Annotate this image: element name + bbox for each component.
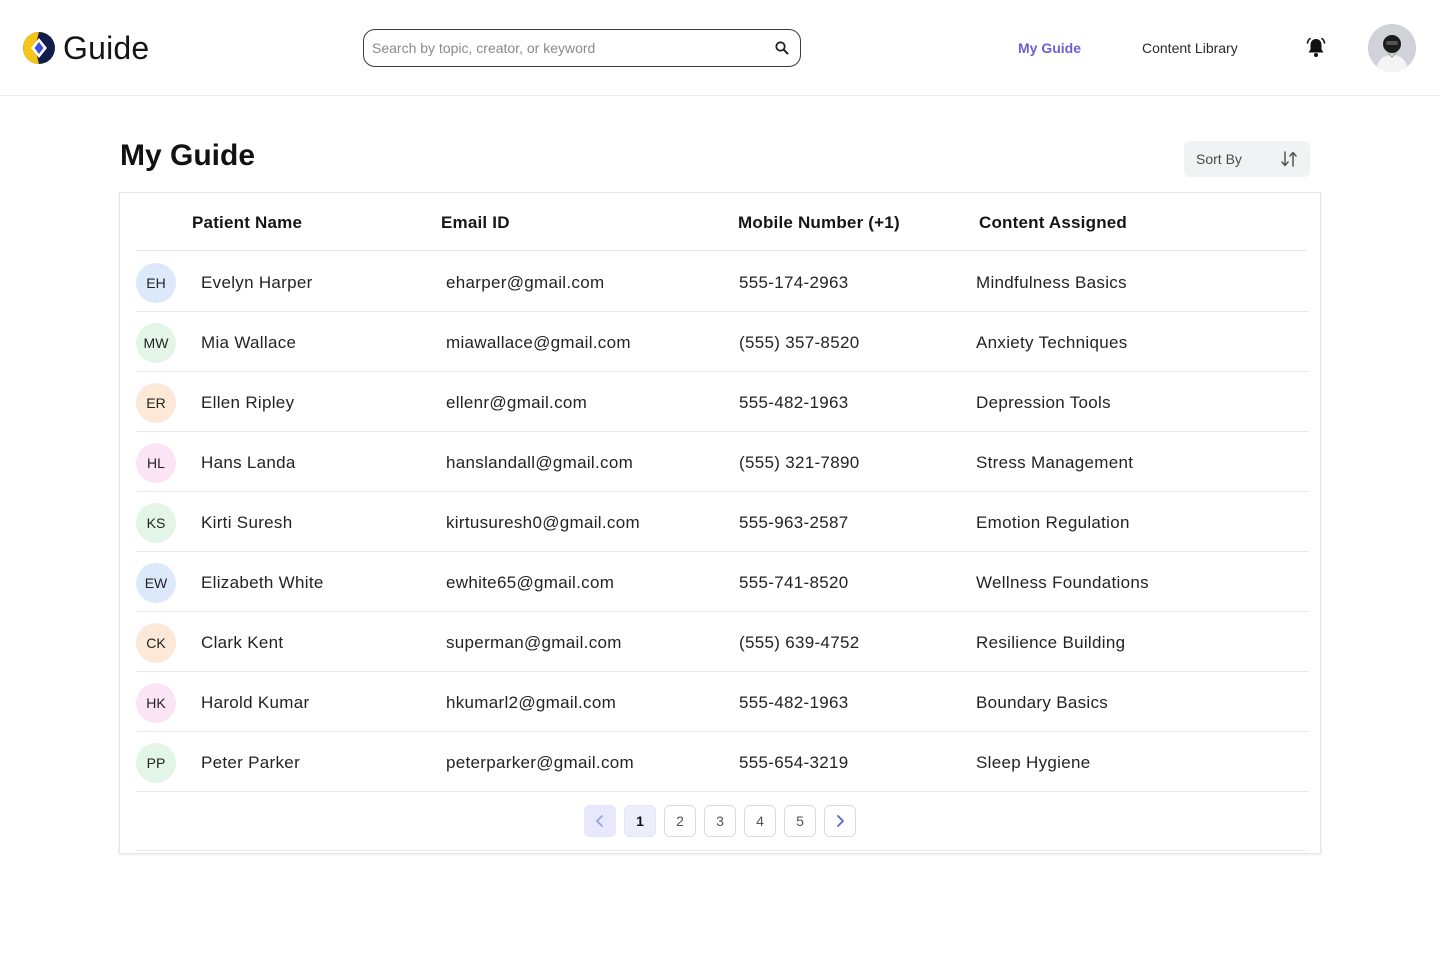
table-row[interactable]: KS Kirti Suresh kirtusuresh0@gmail.com 5… <box>136 492 1308 552</box>
pagination: 1 2 3 4 5 <box>584 805 856 837</box>
page-button-4[interactable]: 4 <box>744 805 776 837</box>
page-button-1[interactable]: 1 <box>624 805 656 837</box>
sort-by-button[interactable]: Sort By <box>1184 141 1310 177</box>
avatar-initials: HK <box>136 683 176 723</box>
sort-icon <box>1281 151 1297 167</box>
mobile-number: (555) 357-8520 <box>739 333 860 352</box>
avatar-initials: ER <box>136 383 176 423</box>
nav-my-guide[interactable]: My Guide <box>1018 38 1081 58</box>
mobile-number: 555-963-2587 <box>739 513 849 532</box>
patient-name: Clark Kent <box>201 633 284 652</box>
email-id: ewhite65@gmail.com <box>446 573 615 592</box>
patient-name: Peter Parker <box>201 753 301 772</box>
table-row[interactable]: ER Ellen Ripley ellenr@gmail.com 555-482… <box>136 372 1308 432</box>
logo-text: Guide <box>63 30 150 66</box>
search-icon[interactable] <box>774 40 790 56</box>
table-row[interactable]: HL Hans Landa hanslandall@gmail.com (555… <box>136 432 1308 492</box>
avatar-initials: HL <box>136 443 176 483</box>
content-assigned: Stress Management <box>976 453 1134 472</box>
content-assigned: Depression Tools <box>976 393 1111 412</box>
avatar-initials: PP <box>136 743 176 783</box>
header-mobile-number[interactable]: Mobile Number (+1) <box>738 213 900 233</box>
avatar-initials: EW <box>136 563 176 603</box>
top-bar: Guide My Guide Content Library <box>0 0 1440 96</box>
avatar-initials: KS <box>136 503 176 543</box>
page-button-2[interactable]: 2 <box>664 805 696 837</box>
table-row[interactable]: HK Harold Kumar hkumarl2@gmail.com 555-4… <box>136 672 1308 732</box>
header-email-id[interactable]: Email ID <box>441 213 510 233</box>
content-assigned: Emotion Regulation <box>976 513 1130 532</box>
sort-by-label: Sort By <box>1196 151 1242 167</box>
prev-page-button[interactable] <box>584 805 616 837</box>
table-row[interactable]: EW Elizabeth White ewhite65@gmail.com 55… <box>136 552 1308 612</box>
table-row[interactable]: MW Mia Wallace miawallace@gmail.com (555… <box>136 312 1308 372</box>
table-body: EH Evelyn Harper eharper@gmail.com 555-1… <box>136 252 1308 792</box>
page-title: My Guide <box>120 139 256 172</box>
mobile-number: 555-654-3219 <box>739 753 849 772</box>
mobile-number: (555) 321-7890 <box>739 453 860 472</box>
avatar-initials: MW <box>136 323 176 363</box>
table-header: Patient Name Email ID Mobile Number (+1)… <box>136 193 1306 251</box>
chevron-left-icon <box>596 815 603 827</box>
content-assigned: Resilience Building <box>976 633 1126 652</box>
mobile-number: 555-482-1963 <box>739 693 849 712</box>
email-id: eharper@gmail.com <box>446 273 605 292</box>
patient-name: Evelyn Harper <box>201 273 313 292</box>
email-id: superman@gmail.com <box>446 633 622 652</box>
avatar-image-icon <box>1368 24 1416 72</box>
table-row[interactable]: EH Evelyn Harper eharper@gmail.com 555-1… <box>136 252 1308 312</box>
nav-content-library[interactable]: Content Library <box>1142 38 1238 58</box>
patient-name: Ellen Ripley <box>201 393 295 412</box>
header-content-assigned[interactable]: Content Assigned <box>979 213 1127 233</box>
guide-logo-icon <box>23 32 55 64</box>
content-assigned: Mindfulness Basics <box>976 273 1127 292</box>
email-id: ellenr@gmail.com <box>446 393 588 412</box>
chevron-right-icon <box>837 815 844 827</box>
table-row[interactable]: CK Clark Kent superman@gmail.com (555) 6… <box>136 612 1308 672</box>
header-patient-name[interactable]: Patient Name <box>192 213 302 233</box>
table-footer-divider <box>136 850 1306 851</box>
avatar-initials: EH <box>136 263 176 303</box>
content-assigned: Sleep Hygiene <box>976 753 1091 772</box>
email-id: kirtusuresh0@gmail.com <box>446 513 640 532</box>
avatar-initials: CK <box>136 623 176 663</box>
email-id: hanslandall@gmail.com <box>446 453 634 472</box>
email-id: miawallace@gmail.com <box>446 333 631 352</box>
search-box[interactable] <box>363 29 801 67</box>
patient-name: Kirti Suresh <box>201 513 293 532</box>
content-assigned: Boundary Basics <box>976 693 1109 712</box>
page-button-3[interactable]: 3 <box>704 805 736 837</box>
mobile-number: 555-174-2963 <box>739 273 849 292</box>
mobile-number: 555-741-8520 <box>739 573 849 592</box>
bell-icon[interactable] <box>1304 36 1328 60</box>
patient-name: Harold Kumar <box>201 693 310 712</box>
mobile-number: (555) 639-4752 <box>739 633 860 652</box>
logo[interactable]: Guide <box>22 30 149 66</box>
patient-name: Mia Wallace <box>201 333 297 352</box>
email-id: hkumarl2@gmail.com <box>446 693 617 712</box>
email-id: peterparker@gmail.com <box>446 753 634 772</box>
table-row[interactable]: PP Peter Parker peterparker@gmail.com 55… <box>136 732 1308 792</box>
mobile-number: 555-482-1963 <box>739 393 849 412</box>
patient-name: Elizabeth White <box>201 573 324 592</box>
next-page-button[interactable] <box>824 805 856 837</box>
user-avatar[interactable] <box>1368 24 1416 72</box>
search-input[interactable] <box>372 30 772 66</box>
content-assigned: Anxiety Techniques <box>976 333 1128 352</box>
patients-table-card: Patient Name Email ID Mobile Number (+1)… <box>119 192 1321 854</box>
page-button-5[interactable]: 5 <box>784 805 816 837</box>
content-assigned: Wellness Foundations <box>976 573 1149 592</box>
patient-name: Hans Landa <box>201 453 296 472</box>
